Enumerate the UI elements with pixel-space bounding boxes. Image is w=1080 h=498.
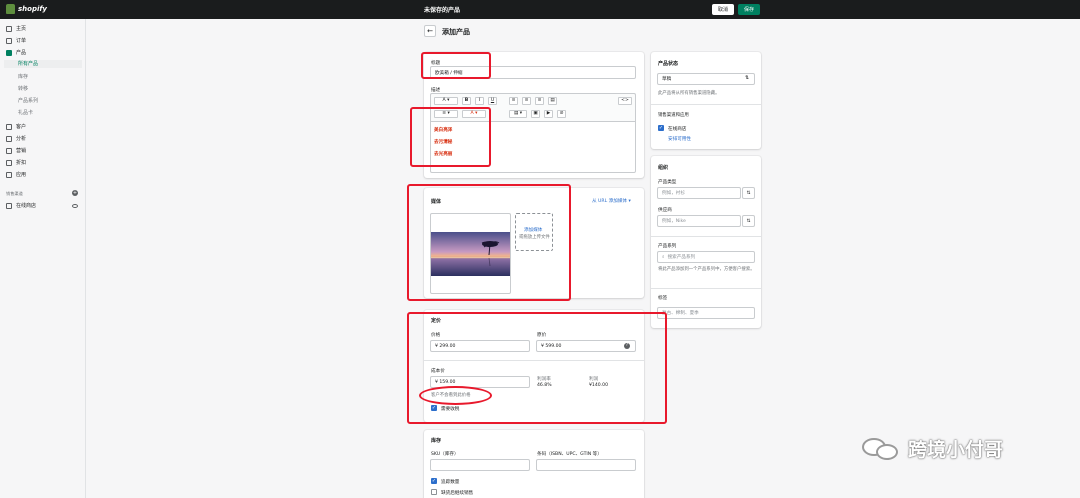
organization-card: 组织 产品类型 例如，衬衫 ⇅ 供应商 例如，Nike ⇅ 产品系列 ⌕ 搜索产品… <box>651 156 761 328</box>
inventory-title: 库存 <box>431 438 442 444</box>
product-status-title: 产品状态 <box>658 61 679 67</box>
status-divider <box>651 104 761 105</box>
sidebar: 主页 订单 产品 所有产品 库存 转移 产品系列 礼品卡 客户 分析 营销 折扣… <box>0 19 86 498</box>
unsaved-status-title: 未保存的产品 <box>424 7 461 14</box>
html-source-button[interactable]: <> <box>618 97 632 105</box>
back-arrow-icon[interactable]: ← <box>424 25 436 37</box>
continue-selling-label: 缺货后继续销售 <box>441 491 474 496</box>
collections-label: 产品系列 <box>658 244 677 249</box>
apps-icon <box>6 171 12 178</box>
org-divider <box>651 288 761 289</box>
product-type-label: 产品类型 <box>658 180 677 185</box>
sidebar-subitem-gift-cards[interactable]: 礼品卡 <box>18 109 33 116</box>
home-icon <box>6 25 12 32</box>
customers-icon <box>6 123 12 130</box>
annotation-ellipse-cost <box>419 386 492 405</box>
sidebar-item-online-store[interactable]: 在线商店 <box>6 202 36 209</box>
track-quantity-checkbox[interactable]: ✓ <box>431 478 437 484</box>
sidebar-item-discounts[interactable]: 折扣 <box>6 159 26 166</box>
select-arrows-icon: ⇅ <box>745 75 750 81</box>
vendor-select-icon[interactable]: ⇅ <box>742 215 755 227</box>
clear-format-button[interactable]: ⊘ <box>557 110 566 118</box>
status-hint: 此产品将从所有销售渠道隐藏。 <box>658 91 720 96</box>
sales-channels-heading: 销售渠道 <box>6 191 23 196</box>
sidebar-item-analytics[interactable]: 分析 <box>6 135 26 142</box>
table-button[interactable]: ▤ <box>548 97 557 105</box>
sidebar-item-apps[interactable]: 应用 <box>6 171 26 178</box>
insert-table-dropdown[interactable]: ▤ ▾ <box>509 110 527 118</box>
annotation-box-media <box>407 184 571 301</box>
sidebar-item-orders[interactable]: 订单 <box>6 37 26 44</box>
search-icon: ⌕ <box>662 255 665 260</box>
org-divider <box>651 236 761 237</box>
italic-button[interactable]: I <box>475 97 484 105</box>
insert-video-button[interactable]: ▶ <box>544 110 553 118</box>
track-quantity-label: 追踪数量 <box>441 480 460 485</box>
sales-channels-heading: 销售渠道和应用 <box>658 113 689 118</box>
indent-button[interactable]: ≡ <box>535 97 544 105</box>
view-store-eye-icon[interactable] <box>72 204 78 208</box>
barcode-input[interactable] <box>536 459 636 471</box>
sidebar-item-marketing[interactable]: 营销 <box>6 147 26 154</box>
sidebar-subitem-transfers[interactable]: 转移 <box>18 85 28 92</box>
store-icon <box>6 202 12 209</box>
brand-name: shopify <box>18 5 47 13</box>
sidebar-item-home[interactable]: 主页 <box>6 25 26 32</box>
sidebar-subitem-inventory[interactable]: 库存 <box>18 73 28 80</box>
sku-input[interactable] <box>430 459 530 471</box>
continue-selling-checkbox[interactable] <box>431 489 437 495</box>
schedule-availability-link[interactable]: 安排可用性 <box>668 136 691 142</box>
paragraph-format-dropdown[interactable]: A ▾ <box>434 97 458 105</box>
sku-label: SKU（库存） <box>431 452 459 457</box>
inventory-card: 库存 SKU（库存） 条码（ISBN、UPC、GTIN 等） ✓ 追踪数量 缺货… <box>424 430 644 498</box>
bold-button[interactable]: B <box>462 97 471 105</box>
annotation-box-title <box>421 52 491 79</box>
orders-icon <box>6 37 12 44</box>
organization-title: 组织 <box>658 165 669 171</box>
add-media-from-url-link[interactable]: 从 URL 添加媒体 ▾ <box>592 198 631 204</box>
numbered-list-button[interactable]: ≡ <box>522 97 531 105</box>
sidebar-subitem-all-products[interactable]: 所有产品 <box>4 60 82 68</box>
tags-label: 标签 <box>658 296 668 301</box>
marketing-icon <box>6 147 12 154</box>
online-store-label: 在线商店 <box>668 127 687 132</box>
watermark: 跨境小付哥 <box>862 434 1003 462</box>
discount-icon <box>6 159 12 166</box>
vendor-input[interactable]: 例如，Nike <box>657 215 741 227</box>
product-type-select-icon[interactable]: ⇅ <box>742 187 755 199</box>
online-store-checkbox[interactable]: ✓ <box>658 125 664 131</box>
discard-button[interactable]: 取消 <box>712 4 734 15</box>
add-channel-plus-icon[interactable]: + <box>72 190 78 196</box>
sidebar-item-products[interactable]: 产品 <box>6 49 26 56</box>
annotation-box-description <box>410 107 491 167</box>
underline-button[interactable]: U <box>488 97 497 105</box>
top-bar: shopify 未保存的产品 取消 保存 <box>0 0 1080 19</box>
vendor-label: 供应商 <box>658 208 672 213</box>
product-type-input[interactable]: 例如，衬衫 <box>657 187 741 199</box>
collections-hint: 将此产品添加到一个产品系列中，方便客户搜索。 <box>658 267 755 272</box>
save-button[interactable]: 保存 <box>738 4 760 15</box>
watermark-text: 跨境小付哥 <box>908 438 1004 461</box>
tags-input[interactable]: 复古、棉制、夏季 <box>657 307 755 319</box>
wechat-icon <box>862 434 902 462</box>
page-title: 添加产品 <box>442 28 470 36</box>
shopify-logo[interactable]: shopify <box>6 4 47 14</box>
sidebar-item-customers[interactable]: 客户 <box>6 123 26 130</box>
collections-search-input[interactable]: ⌕ 搜索产品系列 <box>657 251 755 263</box>
annotation-box-pricing <box>407 312 667 424</box>
shopify-bag-icon <box>6 4 15 14</box>
analytics-icon <box>6 135 12 142</box>
bullet-list-button[interactable]: ≡ <box>509 97 518 105</box>
sidebar-subitem-collections[interactable]: 产品系列 <box>18 97 38 104</box>
insert-image-button[interactable]: ▣ <box>531 110 540 118</box>
product-status-card: 产品状态 草稿 ⇅ 此产品将从所有销售渠道隐藏。 销售渠道和应用 ✓ 在线商店 … <box>651 52 761 149</box>
barcode-label: 条码（ISBN、UPC、GTIN 等） <box>537 452 602 457</box>
status-select[interactable]: 草稿 <box>657 73 755 85</box>
tag-icon <box>6 49 12 56</box>
